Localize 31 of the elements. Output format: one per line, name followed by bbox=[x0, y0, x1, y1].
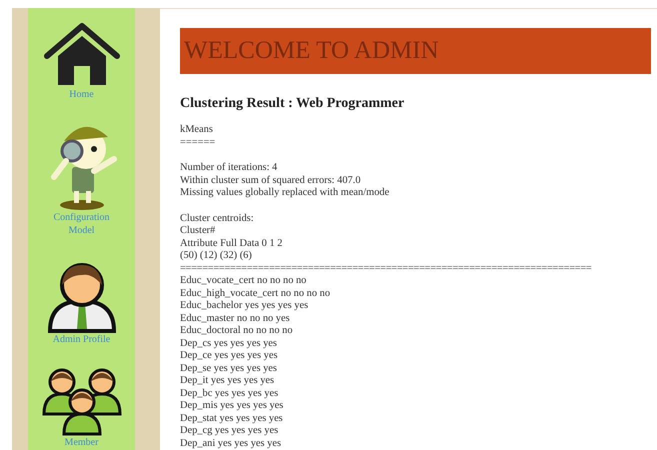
result-line: Dep_cs yes yes yes yes bbox=[180, 338, 278, 350]
result-line: Cluster# bbox=[180, 225, 216, 238]
result-line: Educ_high_vocate_cert no no no no bbox=[180, 288, 332, 300]
result-line: Dep_bc yes yes yes yes bbox=[180, 388, 280, 400]
nav-link[interactable]: Home bbox=[69, 88, 94, 101]
result-line: Dep_se yes yes yes yes bbox=[180, 362, 278, 375]
banner-title: WELCOME TO ADMIN bbox=[184, 37, 439, 65]
result-line: Educ_vocate_cert no no no no bbox=[180, 275, 308, 288]
result-line: ====== bbox=[180, 136, 216, 149]
result-line: Within cluster sum of squared errors: 407.0 bbox=[180, 174, 362, 187]
result-line: ========================================================================== bbox=[180, 262, 592, 275]
result-line: Cluster centroids: bbox=[180, 212, 255, 225]
result-line: Educ_master no no no yes bbox=[180, 312, 291, 325]
result-line: Educ_bachelor yes yes yes yes bbox=[180, 300, 310, 312]
result-line: Number of iterations: 4 bbox=[180, 162, 278, 174]
result-line: Dep_ce yes yes yes yes bbox=[180, 350, 279, 362]
nav-link[interactable]: Member bbox=[64, 436, 98, 449]
page-heading: Clustering Result : Web Programmer bbox=[180, 96, 406, 112]
result-line: Educ_doctoral no no no no bbox=[180, 325, 294, 338]
result-line: kMeans bbox=[180, 124, 214, 136]
result-line: Dep_cg yes yes yes yes bbox=[180, 425, 280, 438]
result-line: Attribute Full Data 0 1 2 bbox=[180, 238, 284, 250]
result-line: Dep_ani yes yes yes yes bbox=[180, 438, 282, 450]
house-icon bbox=[44, 22, 120, 88]
nav-link[interactable]: Configuration Model bbox=[46, 211, 116, 237]
result-line: Missing values globally replaced with mean/mode bbox=[180, 187, 390, 200]
result-line: Dep_stat yes yes yes yes bbox=[180, 412, 284, 425]
nav-link[interactable]: Admin Profile bbox=[52, 333, 110, 346]
result-line: Dep_it yes yes yes yes bbox=[180, 375, 276, 388]
result-line: (50) (12) (32) (6) bbox=[180, 250, 253, 262]
result-line: Dep_mis yes yes yes yes bbox=[180, 400, 284, 412]
